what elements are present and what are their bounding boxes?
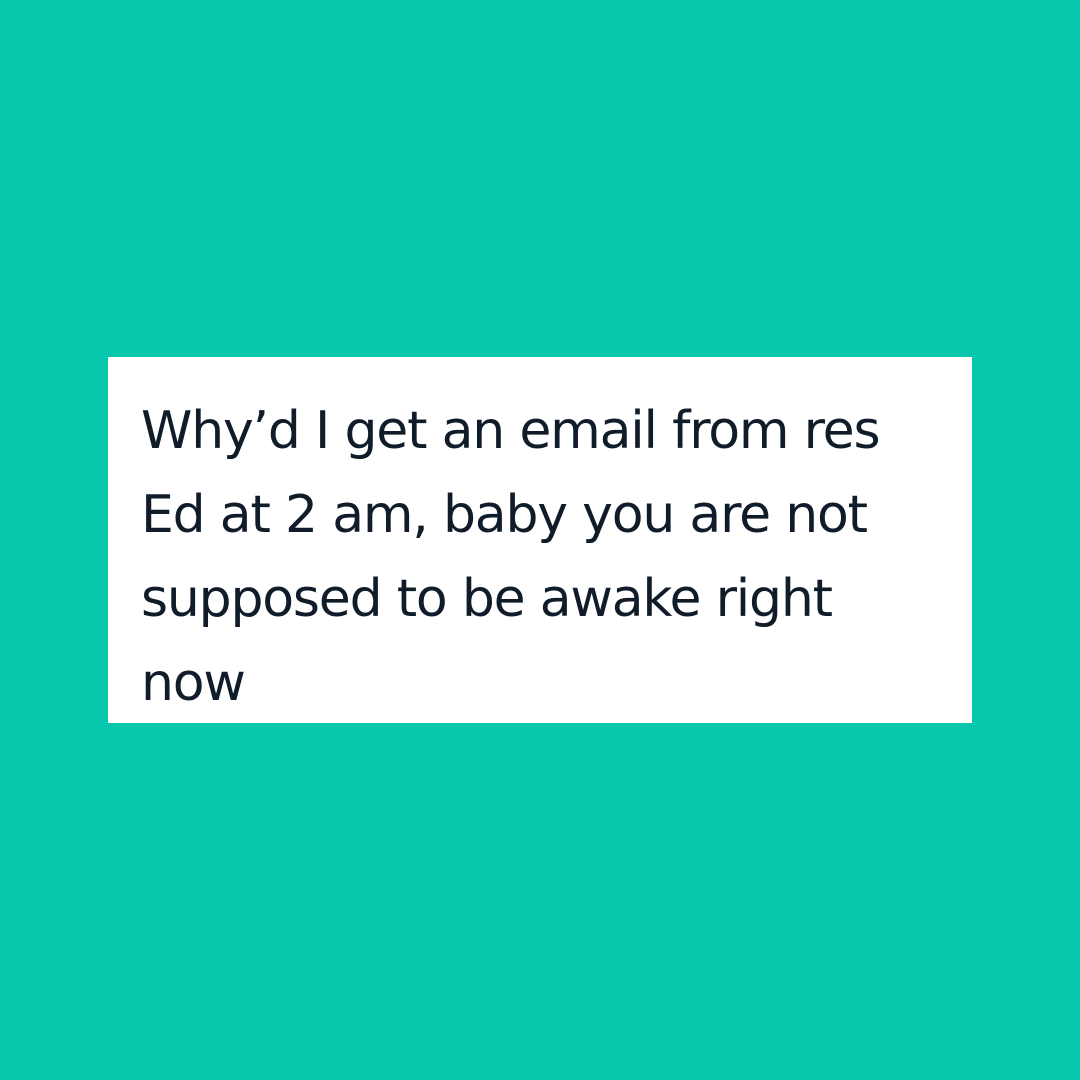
quote-line-1: Why’d I get an email from res <box>141 401 881 461</box>
post-canvas: { "theme": { "background_color": "#07c8a… <box>0 0 1080 1080</box>
quote-card: Why’d I get an email from res Ed at 2 am… <box>108 357 972 723</box>
quote-line-3: supposed to be awake right <box>141 569 833 629</box>
quote-line-4: now <box>141 653 246 713</box>
quote-line-2: Ed at 2 am, baby you are not <box>141 485 868 545</box>
